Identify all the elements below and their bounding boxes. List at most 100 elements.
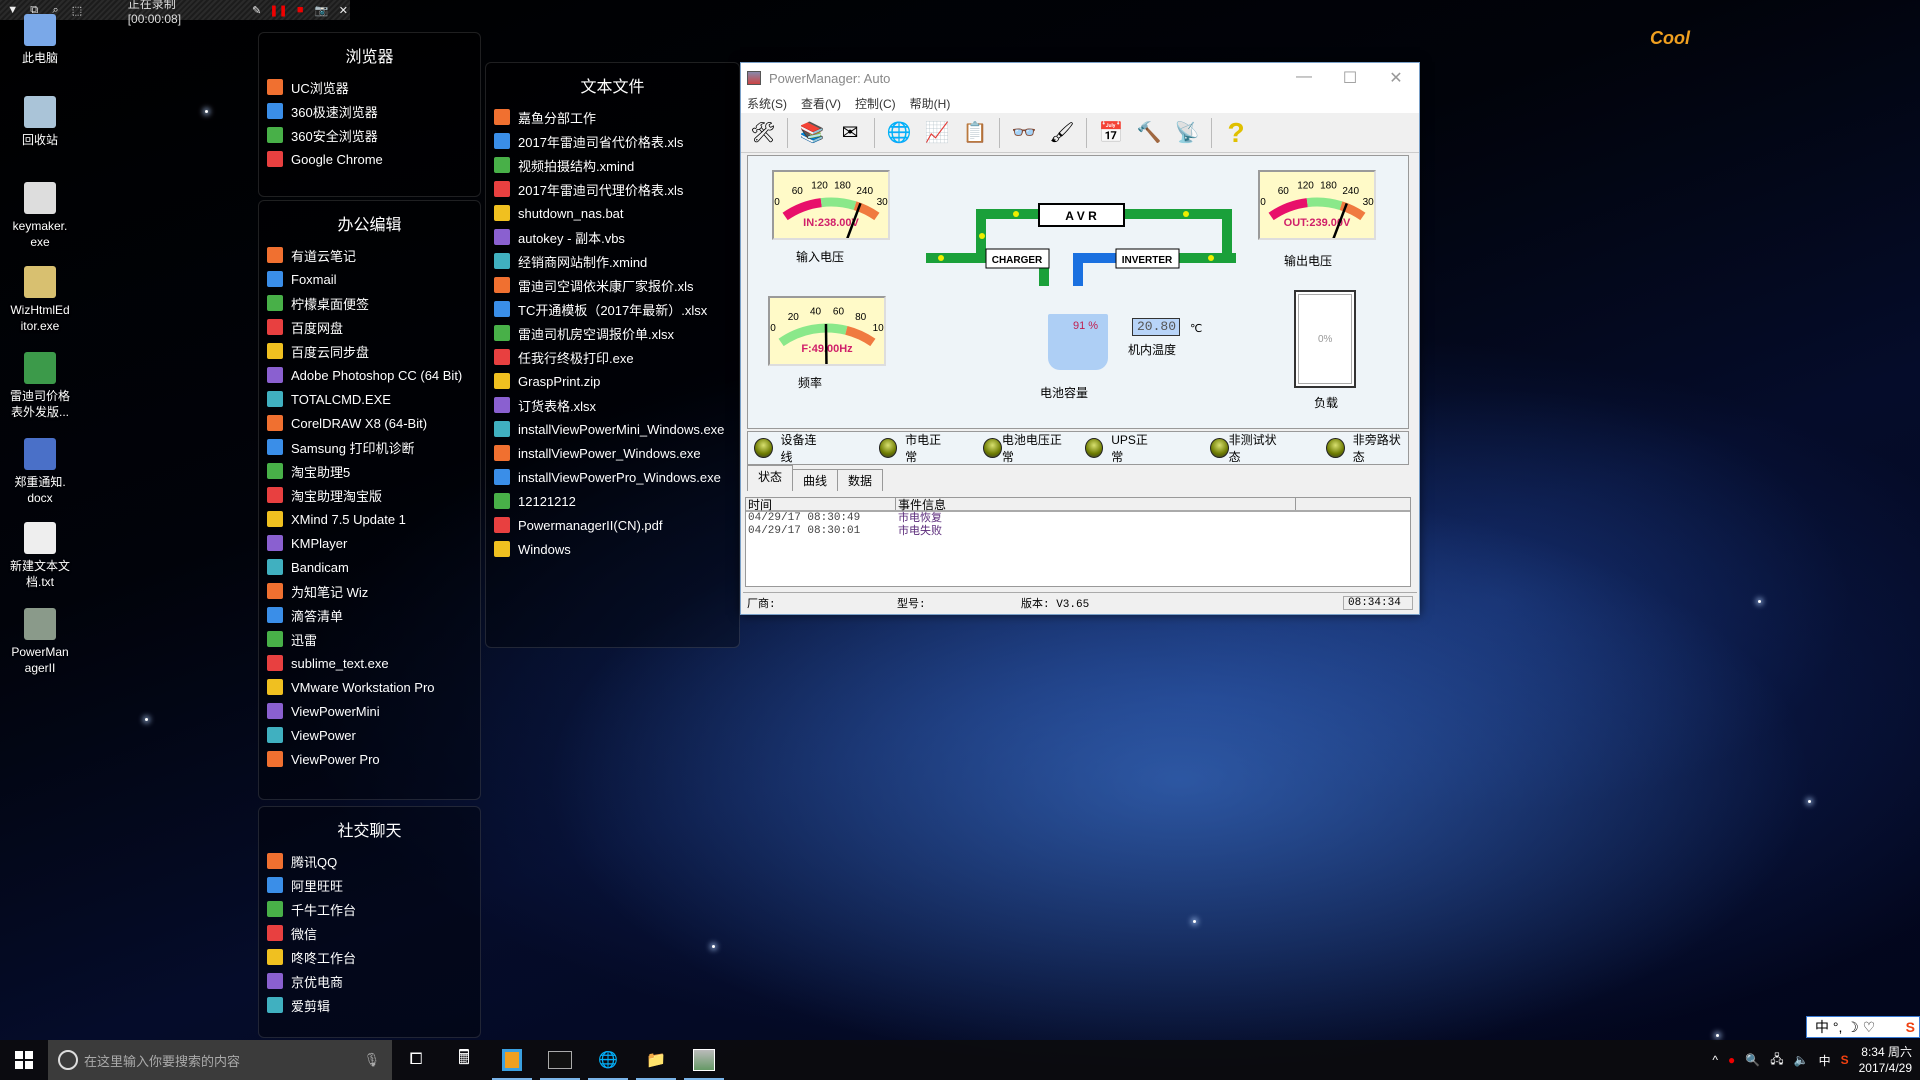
column-time[interactable]: 时间	[746, 498, 896, 512]
shortcut-item[interactable]: shutdown_nas.bat	[494, 201, 739, 225]
task-view-icon[interactable]: ⧠	[392, 1040, 440, 1080]
shortcut-item[interactable]: GraspPrint.zip	[494, 369, 739, 393]
network-icon[interactable]: 📡	[1171, 117, 1203, 149]
shortcut-item[interactable]: 阿里旺旺	[267, 873, 480, 897]
shortcut-item[interactable]: installViewPower_Windows.exe	[494, 441, 739, 465]
pause-icon[interactable]: ❚❚	[269, 4, 287, 17]
record-icon[interactable]: ●	[1728, 1053, 1735, 1067]
shortcut-item[interactable]: CorelDRAW X8 (64-Bit)	[267, 411, 480, 435]
start-button[interactable]	[0, 1040, 48, 1080]
shortcut-item[interactable]: PowermanagerII(CN).pdf	[494, 513, 739, 537]
shortcut-item[interactable]: 微信	[267, 921, 480, 945]
show-hidden-icons[interactable]: ^	[1712, 1053, 1718, 1067]
list-icon[interactable]: 📋	[959, 117, 991, 149]
desktop-icon[interactable]: keymaker. exe	[2, 182, 78, 250]
shortcut-item[interactable]: 百度云同步盘	[267, 339, 480, 363]
shortcut-item[interactable]: 千牛工作台	[267, 897, 480, 921]
shortcut-item[interactable]: 12121212	[494, 489, 739, 513]
shortcut-item[interactable]: 为知笔记 Wiz	[267, 579, 480, 603]
shortcut-item[interactable]: 视频拍摄结构.xmind	[494, 153, 739, 177]
shortcut-item[interactable]: UC浏览器	[267, 75, 480, 99]
microphone-icon[interactable]: 🎙	[363, 1052, 392, 1068]
hammer-icon[interactable]: 🔨	[1133, 117, 1165, 149]
column-event[interactable]: 事件信息	[896, 498, 1296, 512]
shortcut-item[interactable]: VMware Workstation Pro	[267, 675, 480, 699]
shortcut-item[interactable]: Foxmail	[267, 267, 480, 291]
desktop-icon[interactable]: 此电脑	[2, 14, 78, 66]
close-icon[interactable]: ✕	[337, 4, 350, 17]
desktop-icon[interactable]: 郑重通知. docx	[2, 438, 78, 506]
volume-icon[interactable]: 🔈	[1794, 1053, 1809, 1067]
tools-icon[interactable]: 🛠	[747, 117, 779, 149]
log-row[interactable]: 04/29/17 08:30:01 市电失败	[746, 525, 1410, 538]
shortcut-item[interactable]: ViewPowerMini	[267, 699, 480, 723]
shortcut-item[interactable]: 滴答清单	[267, 603, 480, 627]
desktop-icon[interactable]: PowerMan agerII	[2, 608, 78, 676]
camera-icon[interactable]: 📷	[315, 4, 329, 17]
calculator-icon[interactable]: 🖩	[440, 1040, 488, 1080]
sogou-icon[interactable]: S	[1906, 1019, 1919, 1035]
tab-data[interactable]: 数据	[837, 469, 884, 491]
shortcut-item[interactable]: TC开通模板（2017年最新）.xlsx	[494, 297, 739, 321]
shortcut-item[interactable]: 柠檬桌面便签	[267, 291, 480, 315]
clock[interactable]: 8:34 周六 2017/4/29	[1859, 1044, 1912, 1076]
shortcut-item[interactable]: 爱剪辑	[267, 993, 480, 1017]
desktop-icon[interactable]: 回收站	[2, 96, 78, 148]
cortana-icon[interactable]	[58, 1050, 78, 1070]
shortcut-item[interactable]: 360极速浏览器	[267, 99, 480, 123]
shortcut-item[interactable]: 淘宝助理5	[267, 459, 480, 483]
shortcut-item[interactable]: 360安全浏览器	[267, 123, 480, 147]
tab-curve[interactable]: 曲线	[792, 469, 839, 491]
menu-system[interactable]: 系统(S)	[747, 95, 787, 112]
taskbar-app-vmware[interactable]	[488, 1040, 536, 1080]
shortcut-item[interactable]: 百度网盘	[267, 315, 480, 339]
shortcut-item[interactable]: 雷迪司机房空调报价单.xlsx	[494, 321, 739, 345]
taskbar-app-terminal[interactable]	[536, 1040, 584, 1080]
shortcut-item[interactable]: 嘉鱼分部工作	[494, 105, 739, 129]
shortcut-item[interactable]: Samsung 打印机诊断	[267, 435, 480, 459]
chart-icon[interactable]: 📈	[921, 117, 953, 149]
tab-status[interactable]: 状态	[747, 465, 794, 491]
shortcut-item[interactable]: ViewPower Pro	[267, 747, 480, 771]
ime-status-bar[interactable]: 中 °, ☽ ♡ S	[1806, 1016, 1920, 1038]
close-button[interactable]: ✕	[1373, 68, 1419, 88]
pencil-icon[interactable]: ✎	[250, 4, 263, 17]
shortcut-item[interactable]: 订货表格.xlsx	[494, 393, 739, 417]
shortcut-item[interactable]: Windows	[494, 537, 739, 561]
shortcut-item[interactable]: KMPlayer	[267, 531, 480, 555]
shortcut-item[interactable]: 咚咚工作台	[267, 945, 480, 969]
shortcut-item[interactable]: sublime_text.exe	[267, 651, 480, 675]
shortcut-item[interactable]: 经销商网站制作.xmind	[494, 249, 739, 273]
books-icon[interactable]: 📚	[796, 117, 828, 149]
minimize-button[interactable]: —	[1281, 68, 1327, 88]
ime-indicator[interactable]: 中	[1819, 1052, 1831, 1069]
shortcut-item[interactable]: 淘宝助理淘宝版	[267, 483, 480, 507]
taskbar-app-explorer[interactable]: 📁	[632, 1040, 680, 1080]
search-box[interactable]: 在这里输入你要搜索的内容 🎙	[48, 1040, 392, 1080]
shortcut-item[interactable]: autokey - 副本.vbs	[494, 225, 739, 249]
network-icon[interactable]: 🖧	[1770, 1050, 1783, 1071]
brush-icon[interactable]: 🖌	[1046, 117, 1078, 149]
maximize-button[interactable]: ☐	[1327, 68, 1373, 88]
shortcut-item[interactable]: 迅雷	[267, 627, 480, 651]
title-bar[interactable]: PowerManager: Auto — ☐ ✕	[741, 63, 1419, 93]
shortcut-item[interactable]: XMind 7.5 Update 1	[267, 507, 480, 531]
shortcut-item[interactable]: 2017年雷迪司代理价格表.xls	[494, 177, 739, 201]
desktop-icon[interactable]: 新建文本文 档.txt	[2, 522, 78, 590]
shortcut-item[interactable]: 有道云笔记	[267, 243, 480, 267]
shortcut-item[interactable]: 雷迪司空调依米康厂家报价.xls	[494, 273, 739, 297]
shortcut-item[interactable]: 2017年雷迪司省代价格表.xls	[494, 129, 739, 153]
shortcut-item[interactable]: installViewPowerPro_Windows.exe	[494, 465, 739, 489]
menu-view[interactable]: 查看(V)	[801, 95, 841, 112]
shortcut-item[interactable]: Adobe Photoshop CC (64 Bit)	[267, 363, 480, 387]
stop-icon[interactable]: ■	[293, 4, 306, 16]
glasses-icon[interactable]: 👓	[1008, 117, 1040, 149]
shortcut-item[interactable]: 腾讯QQ	[267, 849, 480, 873]
shortcut-item[interactable]: Bandicam	[267, 555, 480, 579]
schedule-icon[interactable]: 📅	[1095, 117, 1127, 149]
shortcut-item[interactable]: installViewPowerMini_Windows.exe	[494, 417, 739, 441]
menu-help[interactable]: 帮助(H)	[910, 95, 951, 112]
envelope-icon[interactable]: ✉	[834, 117, 866, 149]
globe-icon[interactable]: 🌐	[883, 117, 915, 149]
shortcut-item[interactable]: ViewPower	[267, 723, 480, 747]
